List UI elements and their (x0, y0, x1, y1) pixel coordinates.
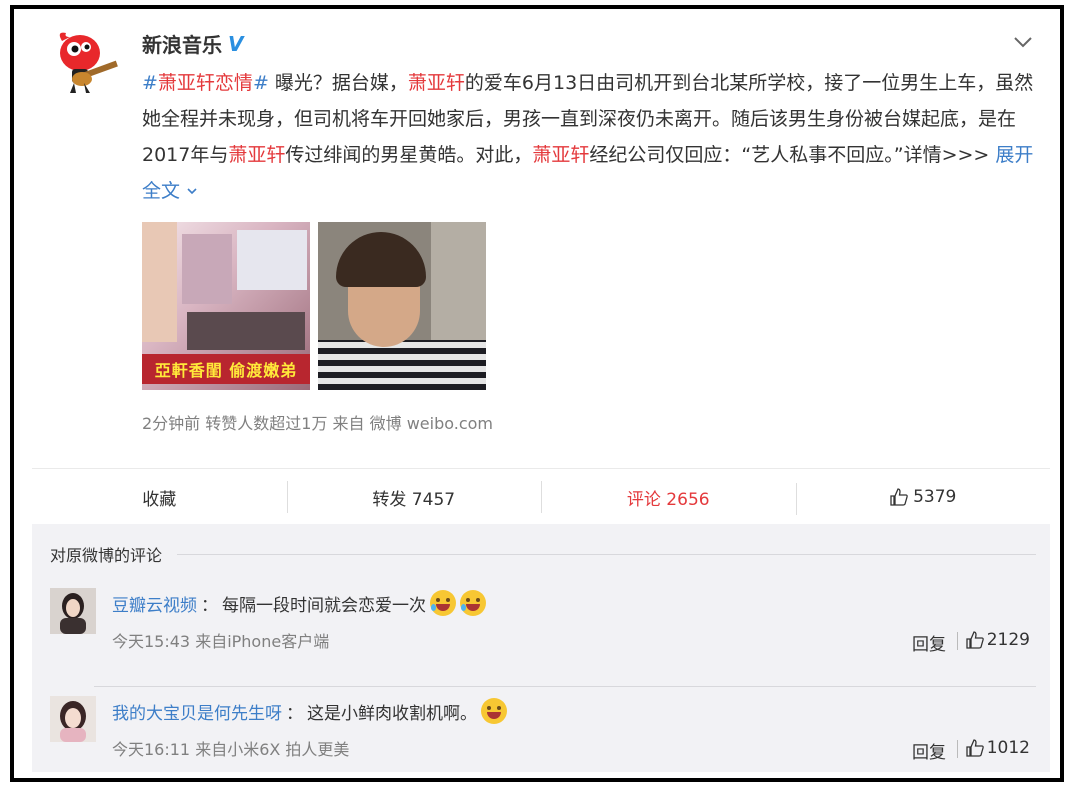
topic-link[interactable]: #萧亚轩恋情# (142, 72, 269, 94)
colon: ： (286, 703, 303, 724)
avatar[interactable] (50, 588, 96, 634)
portrait-image[interactable] (318, 222, 486, 390)
divider (957, 632, 958, 650)
comment-text: 每隔一段时间就会恋爱一次 (222, 595, 426, 616)
reply-button[interactable]: 回复 (912, 630, 946, 655)
favorite-button[interactable]: 收藏 (32, 485, 287, 510)
action-bar: 收藏 转发 7457 评论 2656 5379 (32, 468, 1050, 525)
weibo-card: 新浪音乐 V #萧亚轩恋情# 曝光？据台媒，萧亚轩的爱车6月13日由司机开到台北… (32, 15, 1050, 772)
topic-suffix[interactable]: # (253, 72, 269, 94)
comment-text: 这是小鲜肉收割机啊。 (307, 703, 477, 724)
reply-button[interactable]: 回复 (912, 738, 946, 763)
chevron-down-icon[interactable] (186, 185, 198, 197)
comment-item: 豆瓣云视频 ： 每隔一段时间就会恋爱一次 今天15:43 来自iPhone客户端… (50, 588, 1036, 688)
comment-body: 我的大宝贝是何先生呀 ： 这是小鲜肉收割机啊。 (112, 698, 507, 724)
post-images: 亞軒香閨 偷渡嫩弟 (142, 222, 486, 390)
comment-button[interactable]: 评论 2656 (541, 480, 796, 513)
comment-like-count[interactable]: 1012 (987, 738, 1030, 758)
comment-user[interactable]: 豆瓣云视频 (112, 591, 197, 616)
cry-laugh-emoji-icon (460, 590, 486, 616)
comment-like-button[interactable]: 2129 (965, 630, 1030, 650)
like-button[interactable]: 5379 (795, 483, 1051, 515)
comment-body: 豆瓣云视频 ： 每隔一段时间就会恋爱一次 (112, 590, 486, 616)
post-text: #萧亚轩恋情# 曝光？据台媒，萧亚轩的爱车6月13日由司机开到台北某所学校，接了… (142, 65, 1042, 209)
divider (94, 686, 1036, 687)
author-label[interactable]: 新浪音乐 (142, 29, 222, 58)
comment-time: 今天16:11 来自小米6X 拍人更美 (112, 740, 350, 759)
topic-name[interactable]: 萧亚轩恋情 (158, 72, 253, 94)
thumb-up-icon[interactable] (965, 738, 985, 758)
colon: ： (201, 595, 218, 616)
divider (957, 740, 958, 758)
favorite-label[interactable]: 收藏 (142, 485, 176, 510)
topic-prefix[interactable]: # (142, 72, 158, 94)
text-part-3: 传过绯闻的男星黄皓。对此， (285, 144, 533, 166)
comment-label[interactable]: 评论 2656 (627, 485, 710, 510)
comment-like-button[interactable]: 1012 (965, 738, 1030, 758)
like-count[interactable]: 5379 (913, 487, 956, 507)
thumb-up-icon[interactable] (889, 487, 909, 507)
name-link[interactable]: 萧亚轩 (408, 72, 465, 94)
comment-time: 今天15:43 来自iPhone客户端 (112, 632, 330, 651)
comments-title: 对原微博的评论 (50, 546, 163, 565)
thumb-up-icon[interactable] (965, 630, 985, 650)
comment-like-count[interactable]: 2129 (987, 630, 1030, 650)
verified-icon: V (228, 31, 244, 56)
screenshot-frame: 新浪音乐 V #萧亚轩恋情# 曝光？据台媒，萧亚轩的爱车6月13日由司机开到台北… (10, 5, 1064, 782)
cry-laugh-emoji-icon (430, 590, 456, 616)
image-caption: 亞軒香閨 偷渡嫩弟 (142, 354, 310, 384)
avatar[interactable] (50, 696, 96, 742)
comment-user[interactable]: 我的大宝贝是何先生呀 (112, 699, 282, 724)
name-link[interactable]: 萧亚轩 (228, 144, 285, 166)
laugh-emoji-icon (481, 698, 507, 724)
comment-item: 我的大宝贝是何先生呀 ： 这是小鲜肉收割机啊。 今天16:11 来自小米6X 拍… (50, 696, 1036, 796)
post-meta: 2分钟前 转赞人数超过1万 来自 微博 weibo.com (142, 414, 494, 433)
text-part-4: 经纪公司仅回应：“艺人私事不回应。”详情>>> (589, 144, 996, 166)
chevron-down-icon[interactable] (1012, 31, 1034, 53)
sina-logo-icon[interactable] (52, 27, 122, 97)
repost-label[interactable]: 转发 7457 (372, 485, 455, 510)
divider (177, 554, 1036, 555)
name-link[interactable]: 萧亚轩 (532, 144, 589, 166)
magazine-image[interactable]: 亞軒香閨 偷渡嫩弟 (142, 222, 310, 390)
comments-section: 对原微博的评论 豆瓣云视频 ： 每隔一段时间就会恋爱一次 今天15:43 来自i… (32, 524, 1050, 772)
repost-button[interactable]: 转发 7457 (286, 480, 542, 513)
author-name[interactable]: 新浪音乐 V (142, 29, 243, 58)
text-part-1: 曝光？据台媒， (268, 72, 408, 94)
